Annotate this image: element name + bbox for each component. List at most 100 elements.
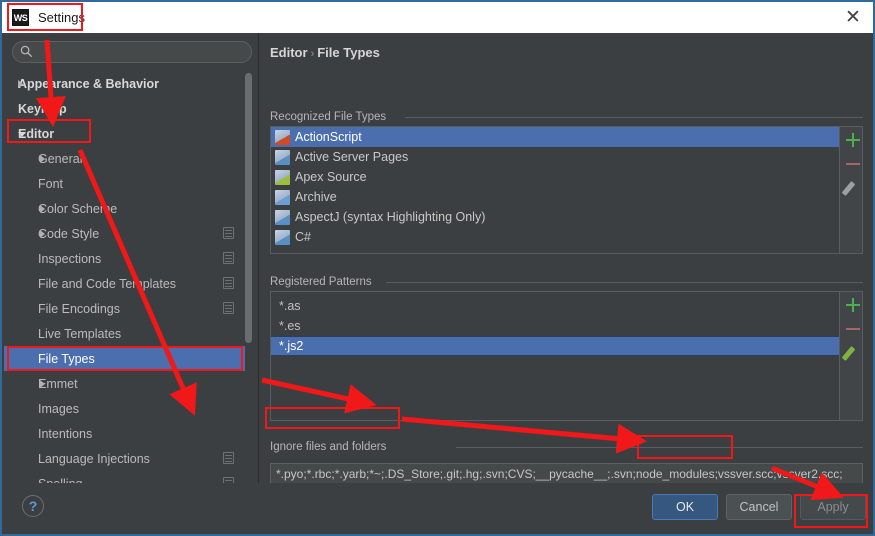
archive-file-icon [275,189,290,205]
add-file-type-button[interactable] [840,128,866,152]
edit-pattern-button[interactable] [840,341,866,365]
sidebar-item-label: Code Style [38,226,100,241]
csharp-file-icon [275,229,290,245]
registered-patterns-buttons[interactable] [840,293,866,365]
recognized-group-rule [405,117,863,118]
list-item[interactable]: *.as [271,296,839,316]
ignore-files-label: Ignore files and folders [270,441,393,453]
sidebar-item-label: File Types [38,351,95,366]
file-type-label: ActionScript [295,130,362,144]
chevron-down-icon[interactable] [18,132,26,137]
chevron-right-icon[interactable] [18,80,23,88]
ignore-files-input[interactable]: *.pyo;*.rbc;*.yarb;*~;.DS_Store;.git;.hg… [270,463,863,485]
asp-file-icon [275,149,290,165]
sidebar-item-color-scheme[interactable]: Color Scheme [4,196,259,221]
breadcrumb-current: File Types [317,45,380,60]
settings-tree[interactable]: Appearance & Behavior Keymap Editor General… [4,71,259,486]
sidebar-item-label: Keymap [18,101,67,116]
sidebar-item-label: Live Templates [38,326,122,341]
question-mark-icon[interactable]: ? [22,495,44,517]
dialog-footer: ? OK Cancel Apply [4,483,873,532]
pencil-icon [840,176,866,200]
file-type-label: AspectJ (syntax Highlighting Only) [295,210,486,224]
chevron-right-icon[interactable] [40,155,45,163]
sidebar-item-file-encodings[interactable]: File Encodings [4,296,259,321]
settings-dialog: WS Settings ✕ Appearance & Behavior Keyma… [0,0,875,536]
sidebar-item-file-types[interactable]: File Types [4,346,251,371]
table-row[interactable]: AspectJ (syntax Highlighting Only) [271,207,839,227]
sidebar-item-label: Font [38,176,64,191]
patterns-group-rule [386,282,863,283]
webstorm-logo-icon: WS [12,9,29,26]
aspectj-file-icon [275,209,290,225]
list-item[interactable]: *.es [271,316,839,336]
minus-icon [840,317,866,341]
cancel-button[interactable]: Cancel [726,494,792,520]
sidebar-item-keymap[interactable]: Keymap [4,96,259,121]
breadcrumb-parent[interactable]: Editor [270,45,308,60]
plus-icon [840,293,866,317]
table-row[interactable]: Apex Source [271,167,839,187]
search-input[interactable] [12,41,252,63]
table-row[interactable]: C# [271,227,839,247]
sidebar-item-label: File and Code Templates [38,276,177,291]
chevron-right-icon[interactable] [40,205,45,213]
apply-button[interactable]: Apply [800,494,866,520]
copy-settings-icon[interactable] [223,302,234,314]
sidebar-item-images[interactable]: Images [4,396,259,421]
file-type-label: Active Server Pages [295,150,409,164]
chevron-right-icon[interactable] [40,380,45,388]
sidebar-item-font[interactable]: Font [4,171,259,196]
copy-settings-icon[interactable] [223,227,234,239]
table-row[interactable]: Active Server Pages [271,147,839,167]
ok-button[interactable]: OK [652,494,718,520]
table-row[interactable]: ActionScript [271,127,839,147]
table-row[interactable]: Archive [271,187,839,207]
sidebar-item-appearance-behavior[interactable]: Appearance & Behavior [4,71,259,96]
sidebar-item-emmet[interactable]: Emmet [4,371,259,396]
breadcrumb-separator-icon: › [310,48,315,60]
breadcrumb: Editor › File Types [270,45,380,60]
file-type-label: Archive [295,190,337,204]
sidebar-item-label: Language Injections [38,451,150,466]
search-field-wrapper[interactable] [12,41,252,63]
window-title: Settings [38,10,85,25]
sidebar-item-label: File Encodings [38,301,120,316]
recognized-file-types-buttons[interactable] [840,128,866,200]
remove-pattern-button[interactable] [840,317,866,341]
sidebar-item-live-templates[interactable]: Live Templates [4,321,259,346]
copy-settings-icon[interactable] [223,452,234,464]
dialog-body: Appearance & Behavior Keymap Editor General… [4,33,873,486]
sidebar-item-label: Images [38,401,79,416]
sidebar-item-label: Inspections [38,251,102,266]
file-type-label: C# [295,230,311,244]
registered-patterns-label: Registered Patterns [270,276,378,288]
chevron-right-icon[interactable] [40,230,45,238]
file-types-panel: Editor › File Types Recognized File Types … [260,33,873,486]
pencil-icon [840,341,866,365]
minus-icon [840,152,866,176]
sidebar-item-code-style[interactable]: Code Style [4,221,259,246]
list-item[interactable]: *.js2 [271,336,839,356]
sidebar-item-intentions[interactable]: Intentions [4,421,259,446]
recognized-file-types-list[interactable]: ActionScript Active Server Pages Apex Sour… [270,126,840,254]
sidebar-item-general[interactable]: General [4,146,259,171]
sidebar-item-label: Appearance & Behavior [18,76,160,91]
sidebar-scrollbar-thumb[interactable] [245,73,252,343]
edit-file-type-button[interactable] [840,176,866,200]
sidebar-item-editor[interactable]: Editor [4,121,259,146]
sidebar-item-language-injections[interactable]: Language Injections [4,446,259,471]
copy-settings-icon[interactable] [223,252,234,264]
remove-file-type-button[interactable] [840,152,866,176]
close-icon[interactable]: ✕ [843,8,863,28]
sidebar-item-file-and-code-templates[interactable]: File and Code Templates [4,271,259,296]
sidebar-item-label: Intentions [38,426,93,441]
registered-patterns-list[interactable]: *.as *.es *.js2 [270,291,840,421]
ignore-group-rule [456,447,863,448]
add-pattern-button[interactable] [840,293,866,317]
sidebar-item-inspections[interactable]: Inspections [4,246,259,271]
apex-file-icon [275,169,290,185]
sidebar-item-label: Color Scheme [38,201,118,216]
copy-settings-icon[interactable] [223,277,234,289]
plus-icon [840,128,866,152]
